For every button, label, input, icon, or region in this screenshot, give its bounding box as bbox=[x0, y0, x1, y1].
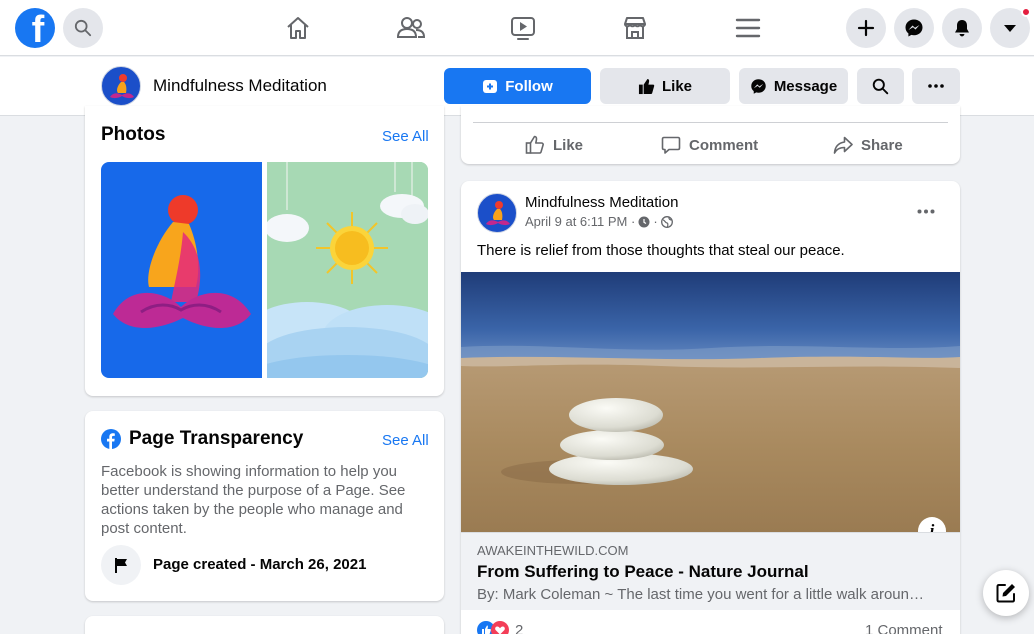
share-icon bbox=[833, 136, 853, 154]
friends-tab[interactable] bbox=[396, 13, 426, 43]
reaction-count: 2 bbox=[515, 621, 524, 634]
friends-icon bbox=[396, 17, 426, 38]
like-page-button[interactable]: Like bbox=[600, 68, 730, 104]
marketplace-tab[interactable] bbox=[620, 13, 650, 43]
watch-tab[interactable] bbox=[508, 13, 538, 43]
comment-icon bbox=[661, 136, 681, 154]
post-card: Mindfulness Meditation April 9 at 6:11 P… bbox=[461, 181, 960, 634]
photos-title: Photos bbox=[101, 124, 166, 145]
menu-icon bbox=[735, 18, 761, 38]
transparency-see-all-link[interactable]: See All bbox=[382, 432, 429, 449]
new-message-button[interactable] bbox=[983, 570, 1029, 616]
post-meta: April 9 at 6:11 PM · · bbox=[525, 214, 673, 229]
thumbs-up-outline-icon bbox=[525, 135, 544, 154]
more-icon bbox=[917, 209, 935, 214]
page-search-button[interactable] bbox=[857, 68, 904, 104]
post-author-avatar[interactable] bbox=[477, 193, 517, 233]
account-icon bbox=[1004, 25, 1016, 32]
messenger-icon bbox=[751, 78, 766, 94]
follow-icon bbox=[483, 80, 498, 93]
follow-button[interactable]: Follow bbox=[444, 68, 591, 104]
page-more-button[interactable] bbox=[912, 68, 960, 104]
compose-icon bbox=[996, 584, 1015, 603]
facebook-icon bbox=[101, 429, 121, 449]
create-button[interactable] bbox=[846, 8, 886, 48]
page-transparency-title: Page Transparency bbox=[129, 428, 304, 449]
post-like-button[interactable]: Like bbox=[525, 125, 583, 165]
clock-icon bbox=[638, 216, 650, 227]
home-icon bbox=[287, 17, 309, 39]
post-image[interactable]: i bbox=[461, 272, 960, 532]
post-timestamp[interactable]: April 9 at 6:11 PM · bbox=[525, 214, 635, 229]
messenger-icon bbox=[905, 19, 923, 37]
page-created-date: Page created - March 26, 2021 bbox=[153, 556, 367, 573]
next-card bbox=[85, 616, 444, 634]
reactions-summary[interactable]: 2 bbox=[477, 621, 523, 634]
post-author-name[interactable]: Mindfulness Meditation bbox=[525, 194, 678, 211]
menu-tab[interactable] bbox=[733, 13, 763, 43]
transparency-description: Facebook is showing information to help … bbox=[101, 463, 406, 537]
create-icon bbox=[857, 19, 875, 37]
comment-count[interactable]: 1 Comment bbox=[865, 622, 943, 634]
page-transparency-card: Page Transparency See All Facebook is sh… bbox=[85, 411, 444, 601]
photo-sun-clouds-thumbnail[interactable] bbox=[267, 162, 428, 378]
search-icon bbox=[872, 78, 889, 94]
flag-icon-wrapper bbox=[101, 545, 141, 585]
search-button[interactable] bbox=[63, 8, 103, 48]
globe-icon bbox=[660, 215, 673, 228]
facebook-logo[interactable]: f bbox=[15, 8, 55, 48]
thumbs-up-icon bbox=[638, 78, 655, 94]
meditation-logo-icon bbox=[110, 74, 134, 99]
link-domain: AWAKEINTHEWILD.COM bbox=[477, 543, 629, 558]
photos-card: Photos See All bbox=[85, 106, 444, 396]
watch-icon bbox=[511, 17, 535, 40]
search-icon bbox=[74, 19, 92, 37]
link-title: From Suffering to Peace - Nature Journal bbox=[477, 562, 809, 581]
flag-icon bbox=[115, 558, 127, 573]
stacked-stones-beach-image bbox=[461, 272, 960, 532]
meditation-logo-icon bbox=[486, 201, 510, 226]
link-preview[interactable]: AWAKEINTHEWILD.COM From Suffering to Pea… bbox=[461, 532, 960, 610]
notifications-button[interactable] bbox=[942, 8, 982, 48]
more-icon bbox=[928, 84, 944, 88]
divider bbox=[473, 122, 948, 123]
link-subtitle: By: Mark Coleman ~ The last time you wen… bbox=[477, 586, 924, 603]
notification-dot bbox=[1021, 7, 1031, 17]
marketplace-icon bbox=[624, 17, 646, 39]
post-options-button[interactable] bbox=[917, 201, 935, 219]
love-reaction-icon bbox=[491, 621, 509, 634]
account-button[interactable] bbox=[990, 7, 1031, 48]
page-avatar[interactable] bbox=[101, 66, 141, 106]
messenger-button[interactable] bbox=[894, 8, 934, 48]
home-tab[interactable] bbox=[283, 13, 313, 43]
post-body-text: There is relief from those thoughts that… bbox=[477, 242, 845, 259]
message-button[interactable]: Message bbox=[739, 68, 848, 104]
meditation-logo-image bbox=[113, 195, 251, 328]
photo-logo-thumbnail[interactable] bbox=[101, 162, 262, 378]
page-title: Mindfulness Meditation bbox=[153, 76, 327, 95]
previous-post-actions: Like Comment Share bbox=[461, 106, 960, 164]
post-share-button[interactable]: Share bbox=[833, 125, 903, 165]
photos-see-all-link[interactable]: See All bbox=[382, 128, 429, 145]
notifications-icon bbox=[955, 20, 969, 37]
sun-clouds-image bbox=[267, 162, 428, 378]
post-comment-button[interactable]: Comment bbox=[661, 125, 758, 165]
top-navigation: f bbox=[0, 0, 1034, 56]
